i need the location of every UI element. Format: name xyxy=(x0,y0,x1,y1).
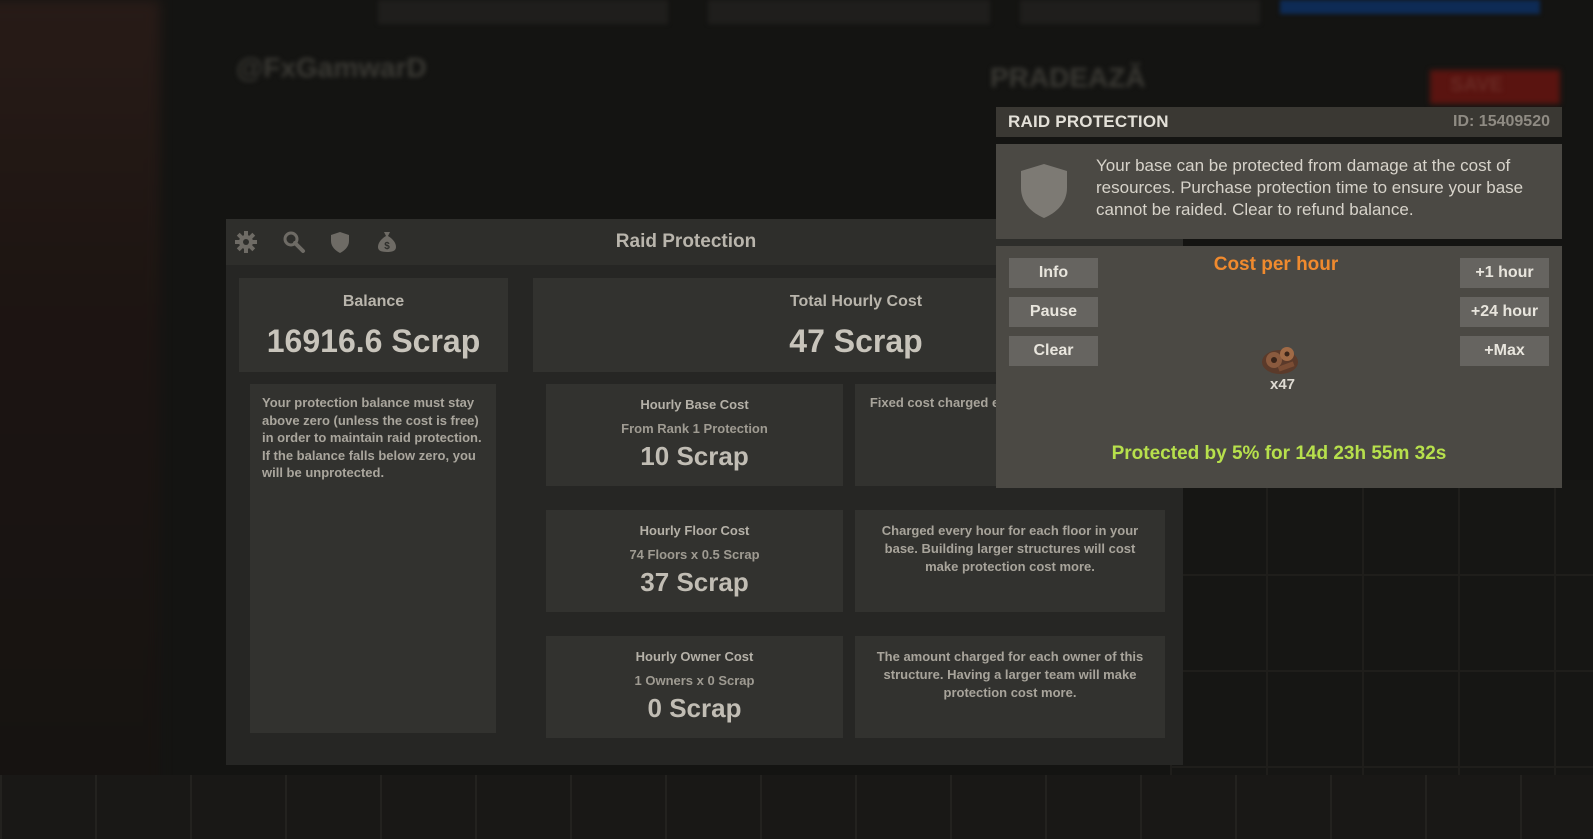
money-bag-icon[interactable]: $ xyxy=(375,230,399,254)
player-character xyxy=(0,10,140,390)
blurred-heading: PRADEAZĂ xyxy=(990,62,1146,93)
owner-cost-detail: 1 Owners x 0 Scrap xyxy=(634,673,755,688)
balance-value: 16916.6 Scrap xyxy=(266,323,481,359)
raid-panel-main: Info Pause Clear +1 hour +24 hour +Max C… xyxy=(996,246,1562,488)
gear-icon[interactable] xyxy=(234,230,258,254)
balance-note-text: Your protection balance must stay above … xyxy=(262,395,482,480)
floor-cost-value: 37 Scrap xyxy=(640,567,749,597)
shield-icon[interactable] xyxy=(328,230,352,254)
add-1-hour-button[interactable]: +1 hour xyxy=(1460,258,1549,288)
floor-cost-description: Charged every hour for each floor in you… xyxy=(881,523,1139,574)
base-cost-detail: From Rank 1 Protection xyxy=(621,421,768,436)
cost-quantity: x47 xyxy=(1270,376,1296,393)
base-cost-title: Hourly Base Cost xyxy=(640,397,749,412)
raid-panel-id: ID: 15409520 xyxy=(1453,113,1550,130)
balance-label: Balance xyxy=(342,293,405,310)
floor-cost-description-card: Charged every hour for each floor in you… xyxy=(855,510,1165,612)
owner-cost-card: Hourly Owner Cost 1 Owners x 0 Scrap 0 S… xyxy=(546,636,843,738)
owner-cost-value: 0 Scrap xyxy=(647,693,742,723)
protection-status: Protected by 5% for 14d 23h 55m 32s xyxy=(1111,443,1447,464)
svg-text:$: $ xyxy=(384,241,390,252)
panel-title: Raid Protection xyxy=(615,231,757,252)
raid-panel-title: RAID PROTECTION xyxy=(1008,112,1169,131)
pause-button[interactable]: Pause xyxy=(1009,297,1098,327)
add-max-button[interactable]: +Max xyxy=(1460,336,1549,366)
hotbar xyxy=(0,775,1593,839)
owner-cost-title: Hourly Owner Cost xyxy=(635,649,754,664)
base-cost-card: Hourly Base Cost From Rank 1 Protection … xyxy=(546,384,843,486)
search-icon[interactable] xyxy=(282,230,306,254)
raid-panel-info-text: Your base can be protected from damage a… xyxy=(1096,156,1524,219)
base-cost-value: 10 Scrap xyxy=(640,441,749,471)
blurred-button-label: SAVE xyxy=(1450,74,1503,96)
floor-cost-detail: 74 Floors x 0.5 Scrap xyxy=(629,547,760,562)
floor-cost-card: Hourly Floor Cost 74 Floors x 0.5 Scrap … xyxy=(546,510,843,612)
cost-per-hour-title: Cost per hour xyxy=(1213,254,1339,275)
owner-cost-description: The amount charged for each owner of thi… xyxy=(876,649,1144,700)
raid-panel-info: Your base can be protected from damage a… xyxy=(996,144,1562,239)
add-24-hour-button[interactable]: +24 hour xyxy=(1460,297,1549,327)
clear-button[interactable]: Clear xyxy=(1009,336,1098,366)
balance-note: Your protection balance must stay above … xyxy=(250,384,496,733)
raid-panel-header: RAID PROTECTION ID: 15409520 xyxy=(996,107,1562,137)
blurred-player-name: @FxGamwarD xyxy=(236,52,427,83)
shield-icon xyxy=(1018,162,1070,225)
balance-card: Balance 16916.6 Scrap xyxy=(239,278,508,372)
owner-cost-description-card: The amount charged for each owner of thi… xyxy=(855,636,1165,738)
info-button[interactable]: Info xyxy=(1009,258,1098,288)
floor-cost-title: Hourly Floor Cost xyxy=(639,523,750,538)
